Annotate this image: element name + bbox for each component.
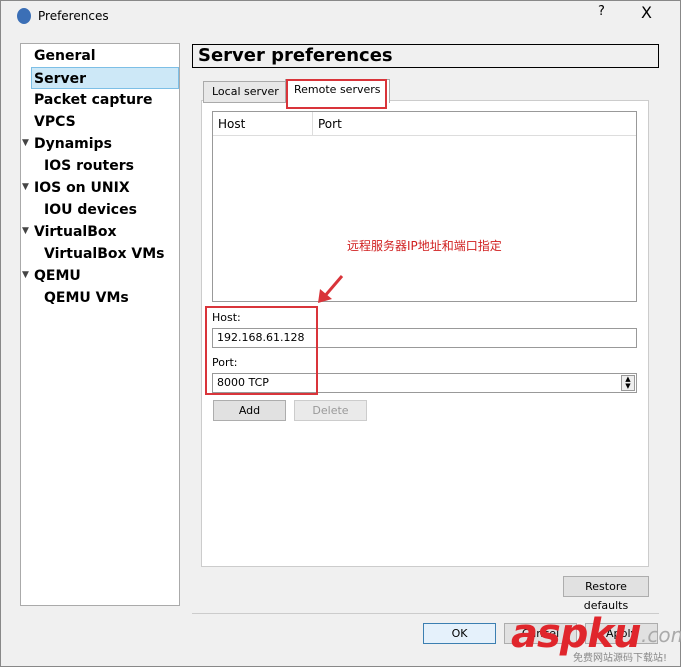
app-icon <box>17 8 31 24</box>
restore-defaults-button[interactable]: Restore defaults <box>563 576 649 612</box>
sidebar-item-general[interactable]: General <box>23 45 178 67</box>
sidebar-item-ios-on-unix[interactable]: IOS on UNIX <box>34 177 130 199</box>
column-header-port[interactable]: Port <box>313 112 636 136</box>
annotation-arrow-icon <box>318 275 344 303</box>
add-button[interactable]: Add <box>213 400 286 421</box>
tab-local-server[interactable]: Local server <box>203 81 288 103</box>
sidebar-item-qemu[interactable]: QEMU <box>34 265 81 287</box>
sidebar-tree: General Server Packet capture VPCS ▼ Dyn… <box>20 43 180 606</box>
sidebar-item-packet-capture[interactable]: Packet capture <box>34 89 152 111</box>
sidebar-item-dynamips[interactable]: Dynamips <box>34 133 112 155</box>
sidebar-item-virtualbox-vms[interactable]: VirtualBox VMs <box>44 243 165 265</box>
watermark-domain: .com <box>641 623 681 647</box>
delete-button[interactable]: Delete <box>294 400 367 421</box>
sidebar-item-vpcs[interactable]: VPCS <box>34 111 76 133</box>
page-title: Server preferences <box>192 44 659 68</box>
sidebar-item-ios-routers[interactable]: IOS routers <box>44 155 134 177</box>
title-bar: Preferences ? X <box>1 1 680 33</box>
expand-arrow-icon[interactable]: ▼ <box>22 226 29 236</box>
column-header-host[interactable]: Host <box>213 112 313 136</box>
help-button[interactable]: ? <box>598 4 605 19</box>
sidebar-item-server[interactable]: Server <box>31 67 179 89</box>
ok-button[interactable]: OK <box>423 623 496 644</box>
close-button[interactable]: X <box>641 3 652 22</box>
highlight-box <box>286 79 387 109</box>
highlight-box <box>205 306 318 395</box>
server-list[interactable]: Host Port <box>212 111 637 302</box>
sidebar-item-iou-devices[interactable]: IOU devices <box>44 199 137 221</box>
window-title: Preferences <box>38 9 109 23</box>
spin-arrows-icon[interactable]: ▲ ▼ <box>621 375 635 391</box>
expand-arrow-icon[interactable]: ▼ <box>22 182 29 192</box>
sidebar-item-qemu-vms[interactable]: QEMU VMs <box>44 287 129 309</box>
expand-arrow-icon[interactable]: ▼ <box>22 138 29 148</box>
sidebar-item-virtualbox[interactable]: VirtualBox <box>34 221 117 243</box>
preferences-window: Preferences ? X General Server Packet ca… <box>0 0 681 667</box>
annotation-text: 远程服务器IP地址和端口指定 <box>347 239 502 253</box>
watermark-tagline: 免费网站源码下载站! <box>573 653 668 664</box>
expand-arrow-icon[interactable]: ▼ <box>22 270 29 280</box>
